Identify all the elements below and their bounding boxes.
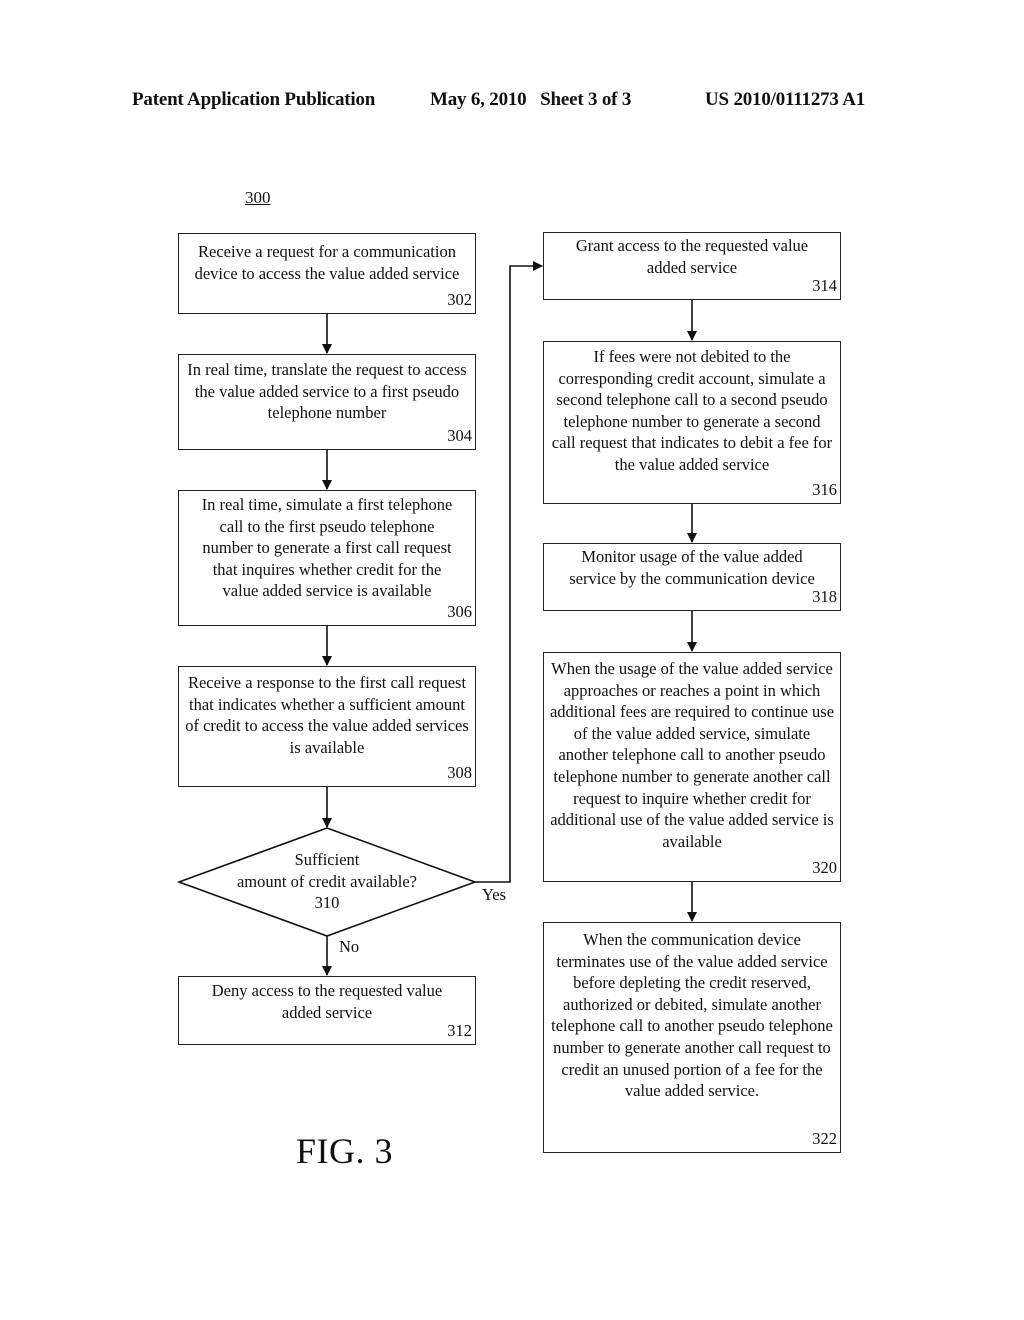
step-318-text: Monitor usage of the value added service… — [569, 547, 815, 588]
step-302-text: Receive a request for a communication de… — [194, 242, 460, 283]
step-306-number: 306 — [447, 602, 472, 622]
step-306-box: In real time, simulate a first telephone… — [178, 490, 476, 626]
step-308-text: Receive a response to the first call req… — [185, 673, 469, 757]
step-312-box: Deny access to the requested value added… — [178, 976, 476, 1045]
step-308-number: 308 — [447, 763, 472, 783]
step-318-box: Monitor usage of the value added service… — [543, 543, 841, 611]
step-314-number: 314 — [812, 276, 837, 296]
step-302-number: 302 — [447, 290, 472, 310]
step-322-text: When the communication device terminates… — [551, 930, 833, 1101]
step-308-box: Receive a response to the first call req… — [178, 666, 476, 787]
step-316-box: If fees were not debited to the correspo… — [543, 341, 841, 504]
branch-no-label: No — [339, 937, 360, 956]
step-312-text: Deny access to the requested value added… — [211, 981, 443, 1022]
decision-310-line2: amount of credit available? — [236, 871, 418, 891]
step-302-box: Receive a request for a communication de… — [178, 233, 476, 314]
step-320-box: When the usage of the value added servic… — [543, 652, 841, 882]
step-304-number: 304 — [447, 426, 472, 446]
figure-label: FIG. 3 — [296, 1131, 394, 1171]
step-318-number: 318 — [812, 587, 837, 607]
step-320-text: When the usage of the value added servic… — [549, 659, 835, 851]
decision-310-number: 310 — [314, 893, 340, 913]
step-314-box: Grant access to the requested value adde… — [543, 232, 841, 300]
step-320-number: 320 — [812, 858, 837, 878]
step-322-number: 322 — [812, 1129, 837, 1149]
step-304-box: In real time, translate the request to a… — [178, 354, 476, 450]
step-314-text: Grant access to the requested value adde… — [575, 236, 809, 277]
step-316-text: If fees were not debited to the correspo… — [551, 347, 833, 474]
step-304-text: In real time, translate the request to a… — [187, 360, 467, 423]
step-322-box: When the communication device terminates… — [543, 922, 841, 1153]
step-312-number: 312 — [447, 1021, 472, 1041]
flow-connectors — [176, 261, 697, 976]
arrow-310-yes-to-314 — [475, 261, 543, 883]
step-316-number: 316 — [812, 480, 837, 500]
branch-yes-label: Yes — [482, 885, 507, 904]
decision-310-line1: Sufficient — [294, 850, 360, 869]
decision-310-text: Sufficient amount of credit available? 3… — [180, 849, 474, 914]
step-306-text: In real time, simulate a first telephone… — [201, 495, 453, 601]
